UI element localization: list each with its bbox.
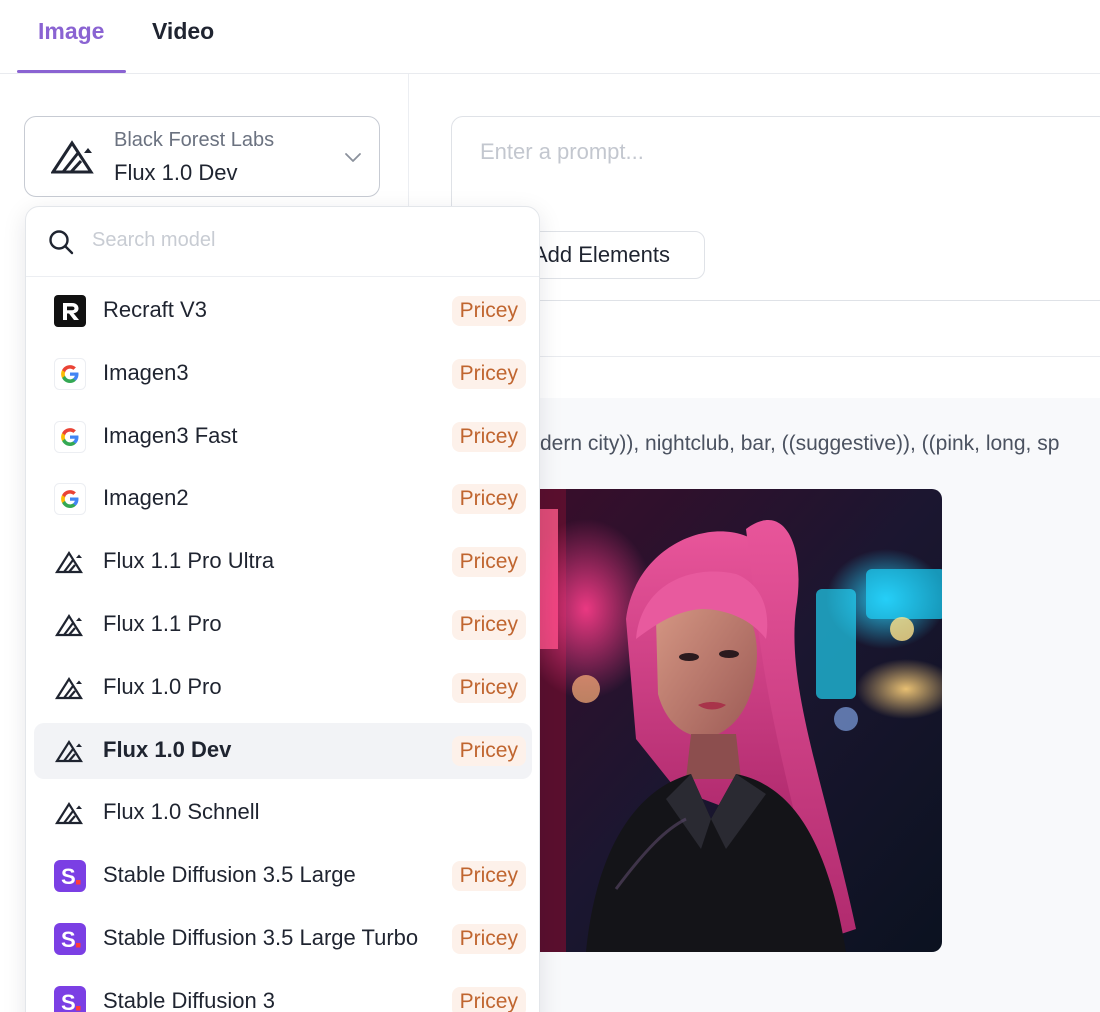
pricey-badge: Pricey: [451, 861, 526, 892]
pricey-badge: Pricey: [451, 735, 526, 766]
mode-tabs: Image Video: [0, 0, 1100, 74]
pricey-badge: Pricey: [451, 421, 526, 452]
model-option-name: Imagen3: [103, 359, 189, 385]
model-option-name: Flux 1.0 Schnell: [103, 799, 260, 825]
model-option-name: Flux 1.0 Pro: [103, 673, 222, 699]
bfl-logo-icon: [54, 735, 86, 767]
model-option-name: Flux 1.1 Pro: [103, 611, 222, 636]
model-option[interactable]: S Stable Diffusion 3 Pricey: [34, 974, 532, 1012]
google-logo-icon: [54, 357, 86, 390]
model-select[interactable]: Black Forest Labs Flux 1.0 Dev: [24, 116, 380, 197]
model-option[interactable]: Flux 1.1 Pro Ultra Pricey: [34, 534, 532, 590]
model-option[interactable]: S Stable Diffusion 3.5 Large Turbo Pricey: [34, 911, 532, 967]
pricey-badge: Pricey: [451, 296, 526, 326]
model-option[interactable]: Flux 1.0 Pro Pricey: [34, 660, 532, 716]
pricey-badge: Pricey: [451, 547, 526, 578]
tab-image[interactable]: Image: [38, 18, 104, 45]
model-option-name: Recraft V3: [103, 297, 207, 322]
pricey-badge: Pricey: [451, 610, 526, 640]
svg-text:S: S: [61, 927, 76, 952]
model-option[interactable]: Imagen3 Fast Pricey: [34, 409, 532, 465]
svg-text:S: S: [61, 864, 76, 889]
google-logo-icon: [54, 483, 86, 516]
active-tab-indicator: [17, 70, 126, 73]
model-option-name: Flux 1.1 Pro Ultra: [103, 548, 275, 574]
search-icon: [49, 230, 74, 255]
model-option-name: Stable Diffusion 3.5 Large: [103, 862, 356, 888]
model-name: Flux 1.0 Dev: [114, 160, 238, 185]
model-provider: Black Forest Labs: [114, 129, 275, 151]
model-option[interactable]: Flux 1.1 Pro Pricey: [34, 597, 532, 653]
bfl-logo-icon: [54, 546, 86, 578]
pricey-badge: Pricey: [451, 924, 526, 954]
model-option[interactable]: S Stable Diffusion 3.5 Large Pricey: [34, 848, 532, 904]
generated-image-art: [526, 489, 942, 952]
result-prompt-text: dern city)), nightclub, bar, ((suggestiv…: [540, 432, 1060, 455]
pricey-badge: Pricey: [451, 672, 526, 703]
pricey-badge: Pricey: [451, 358, 526, 389]
model-option-name: Flux 1.0 Dev: [103, 736, 232, 762]
model-option[interactable]: Imagen2 Pricey: [34, 471, 532, 527]
svg-text:S: S: [61, 990, 76, 1012]
model-option-name: Stable Diffusion 3: [103, 987, 276, 1012]
bfl-logo-icon: [54, 609, 86, 641]
model-option-name: Imagen3 Fast: [103, 422, 238, 448]
model-option[interactable]: Imagen3 Pricey: [34, 346, 532, 402]
pricey-badge: Pricey: [451, 484, 526, 515]
tab-video[interactable]: Video: [152, 18, 214, 45]
generated-image[interactable]: [526, 489, 942, 952]
model-option[interactable]: Recraft V3 Pricey: [34, 283, 532, 339]
pricey-badge: Pricey: [451, 986, 526, 1012]
section-divider: [451, 356, 1100, 357]
model-dropdown: Recraft V3PriceyImagen3PriceyImagen3 Fas…: [25, 206, 540, 1012]
bfl-logo-icon: [51, 140, 94, 174]
model-option-name: Stable Diffusion 3.5 Large Turbo: [103, 925, 419, 950]
chevron-down-icon: [345, 153, 361, 162]
stability-logo-icon: S: [54, 985, 86, 1012]
bfl-logo-icon: [54, 672, 86, 704]
model-search-row: [26, 207, 539, 277]
bfl-logo-icon: [54, 797, 86, 829]
model-option[interactable]: Flux 1.0 Dev Pricey: [34, 722, 532, 779]
model-option[interactable]: Flux 1.0 Schnell: [34, 785, 532, 841]
recraft-logo-icon: [54, 295, 86, 327]
model-option-name: Imagen2: [103, 485, 189, 511]
prompt-input[interactable]: [480, 139, 1080, 165]
google-logo-icon: [54, 420, 86, 453]
stability-logo-icon: S: [54, 923, 86, 955]
stability-logo-icon: S: [54, 860, 86, 893]
search-model-input[interactable]: [92, 229, 512, 252]
